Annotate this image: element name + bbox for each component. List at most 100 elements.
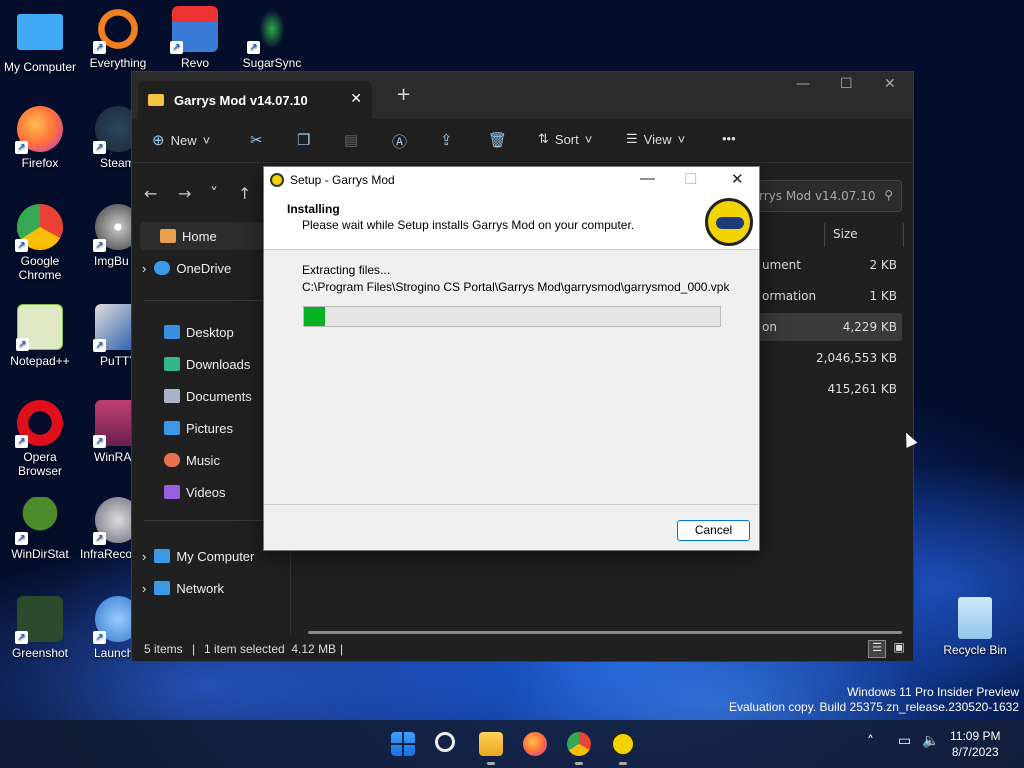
more-options-button[interactable]: ••• xyxy=(722,131,736,146)
view-icon: ☰ xyxy=(626,131,638,146)
table-row[interactable]: ument 2 KB xyxy=(752,251,902,279)
desktop-icon xyxy=(164,325,180,339)
network-icon xyxy=(154,581,171,595)
tiles-view-icon[interactable]: ▣ xyxy=(890,640,908,658)
desktop-icon-everything[interactable]: ↗ Everything xyxy=(78,6,158,70)
firefox-icon[interactable] xyxy=(523,732,547,756)
chevron-up-icon[interactable]: ˄ xyxy=(867,734,874,750)
explorer-titlebar[interactable]: Garrys Mod v14.07.10 ✕ + — ☐ ✕ xyxy=(132,72,913,119)
cloud-icon xyxy=(154,261,171,275)
desktop-icon-opera[interactable]: ↗ Opera Browser xyxy=(0,400,80,478)
sidebar-item-home[interactable]: Home xyxy=(140,222,282,250)
desktop-icon-my-computer[interactable]: My Computer xyxy=(0,10,80,74)
horizontal-scrollbar[interactable] xyxy=(308,631,902,634)
desktop-icon-revo[interactable]: ↗ Revo xyxy=(155,6,235,70)
desktop-icon-notepadpp[interactable]: ↗ Notepad++ xyxy=(0,304,80,368)
new-tab-button[interactable]: + xyxy=(396,84,411,105)
view-button[interactable]: ☰ View ˅ xyxy=(626,131,685,147)
chevron-right-icon: › xyxy=(142,548,147,564)
picture-icon xyxy=(164,421,180,435)
close-icon[interactable]: ✕ xyxy=(731,170,744,188)
running-indicator xyxy=(487,762,495,765)
status-divider: | xyxy=(192,642,196,656)
tree-icon: ↗ xyxy=(15,497,63,545)
dialog-divider xyxy=(264,504,759,505)
chevron-right-icon: › xyxy=(142,580,147,596)
back-icon[interactable]: ← xyxy=(144,184,157,203)
item-count: 5 items xyxy=(144,642,183,656)
table-row[interactable]: ormation 1 KB xyxy=(752,282,902,310)
table-row[interactable]: 415,261 KB xyxy=(752,375,902,403)
monitor-icon xyxy=(17,14,63,50)
explorer-tab-title: Garrys Mod v14.07.10 xyxy=(174,92,308,108)
garrys-mod-logo xyxy=(705,198,753,246)
maximize-icon[interactable]: ☐ xyxy=(840,76,853,92)
desktop-icon-sugarsync[interactable]: ↗ SugarSync xyxy=(232,6,312,70)
setup-header: Installing Please wait while Setup insta… xyxy=(264,192,759,250)
copy-button[interactable]: ❐ xyxy=(297,131,310,149)
explorer-tab[interactable]: Garrys Mod v14.07.10 ✕ xyxy=(138,81,372,119)
search-icon[interactable] xyxy=(435,732,455,752)
column-header-size[interactable]: Size xyxy=(824,223,904,247)
details-view-icon[interactable]: ☰ xyxy=(868,640,886,658)
minimize-icon[interactable]: — xyxy=(796,76,810,92)
rename-button[interactable]: Ⓐ xyxy=(392,131,407,152)
table-row-selected[interactable]: on 4,229 KB xyxy=(752,313,902,341)
table-row[interactable]: 2,046,553 KB xyxy=(752,344,902,372)
running-indicator xyxy=(619,762,627,765)
setup-dialog[interactable]: Setup - Garrys Mod — ☐ ✕ Installing Plea… xyxy=(263,166,760,551)
desktop-icon-windirstat[interactable]: ↗ WinDirStat xyxy=(0,497,80,561)
revo-icon: ↗ xyxy=(170,6,218,54)
status-bar: 5 items | 1 item selected 4.12 MB | ☰ ▣ xyxy=(132,639,915,661)
forward-icon[interactable]: → xyxy=(178,184,191,203)
system-clock[interactable]: 11:09 PM 8/7/2023 xyxy=(950,728,1000,760)
sidebar-item-network[interactable]: › Network xyxy=(132,574,290,602)
desktop-icon-greenshot[interactable]: ↗ Greenshot xyxy=(0,596,80,660)
selection-info: 1 item selected 4.12 MB xyxy=(204,642,337,656)
desktop-icon-firefox[interactable]: ↗ Firefox xyxy=(0,106,80,170)
setup-heading: Installing xyxy=(287,202,340,216)
clipboard-icon: ▤ xyxy=(344,132,359,149)
chevron-down-icon[interactable]: ˅ xyxy=(210,184,218,203)
chevron-right-icon: › xyxy=(142,260,147,276)
install-progress-bar xyxy=(303,306,721,327)
taskbar: ˄ ▭ 🔈 11:09 PM 8/7/2023 xyxy=(0,720,1024,768)
chevron-down-icon: ˅ xyxy=(584,131,593,147)
chrome-icon[interactable] xyxy=(567,732,591,756)
up-icon[interactable]: ↑ xyxy=(238,184,251,203)
close-tab-icon[interactable]: ✕ xyxy=(350,91,362,107)
new-button[interactable]: ⊕ New ˅ xyxy=(152,131,210,149)
chrome-icon: ↗ xyxy=(15,204,63,252)
setup-titlebar[interactable]: Setup - Garrys Mod — ☐ ✕ xyxy=(264,167,759,192)
cut-button[interactable]: ✂ xyxy=(250,131,263,149)
document-icon xyxy=(164,389,180,403)
close-window-icon[interactable]: ✕ xyxy=(884,76,896,92)
desktop-icon-recycle-bin[interactable]: Recycle Bin xyxy=(935,597,1015,657)
setup-window-title: Setup - Garrys Mod xyxy=(290,172,395,187)
notepadpp-icon: ↗ xyxy=(16,304,63,351)
windows-start-icon[interactable] xyxy=(391,732,415,756)
paste-button[interactable]: ▤ xyxy=(344,131,358,149)
sort-button[interactable]: ⇅ Sort ˅ xyxy=(538,131,592,147)
windows-watermark: Windows 11 Pro Insider Preview Evaluatio… xyxy=(729,685,1019,714)
explorer-toolbar: ⊕ New ˅ ✂ ❐ ▤ Ⓐ ⇪ 🗑 ⇅ Sort ˅ ☰ View ˅ ••• xyxy=(132,119,913,163)
progress-fill xyxy=(304,307,325,326)
delete-button[interactable]: 🗑 xyxy=(488,131,507,149)
status-divider: | xyxy=(340,642,344,656)
magnifier-icon: ↗ xyxy=(93,6,141,54)
recycle-bin-icon xyxy=(958,597,992,639)
search-input[interactable]: rrys Mod v14.07.10 ⚲ xyxy=(750,180,902,212)
minimize-icon[interactable]: — xyxy=(640,170,655,187)
file-explorer-icon[interactable] xyxy=(479,732,503,756)
network-icon[interactable]: ▭ xyxy=(898,733,911,749)
chevron-down-icon: ˅ xyxy=(677,131,686,147)
setup-status-text: Extracting files... xyxy=(302,263,391,277)
volume-icon[interactable]: 🔈 xyxy=(922,733,939,749)
folder-icon xyxy=(148,94,164,106)
maximize-icon[interactable]: ☐ xyxy=(684,170,697,188)
desktop-icon-google-chrome[interactable]: ↗ Google Chrome xyxy=(0,204,80,282)
cancel-button[interactable]: Cancel xyxy=(677,520,750,541)
garrys-mod-setup-icon[interactable] xyxy=(611,732,635,756)
share-button[interactable]: ⇪ xyxy=(440,131,453,149)
scissors-icon: ✂ xyxy=(250,132,263,149)
